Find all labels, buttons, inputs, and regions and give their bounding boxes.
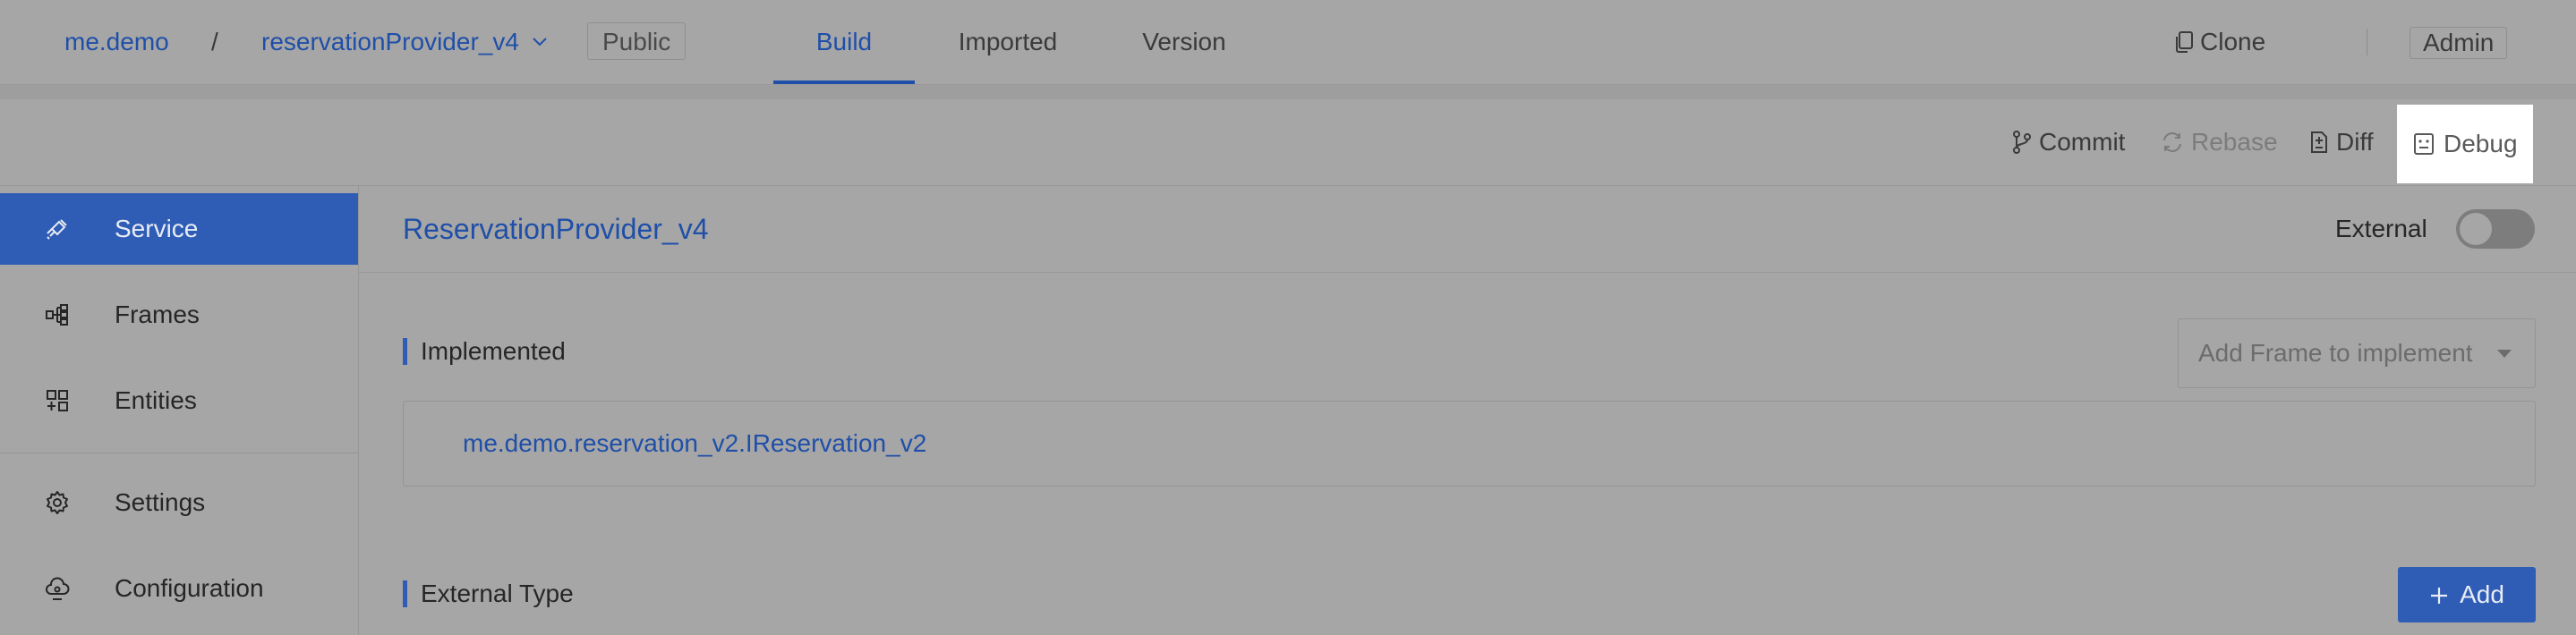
rebase-label: Rebase — [2191, 128, 2278, 156]
sync-icon — [2163, 132, 2181, 152]
caret-down-icon — [2497, 350, 2512, 358]
sidebar-item-label: Frames — [115, 301, 200, 328]
tab-version-label: Version — [1142, 28, 1226, 55]
project-name: reservationProvider_v4 — [261, 28, 519, 55]
tab-imported[interactable]: Imported — [947, 0, 1069, 84]
commit-button[interactable]: Commit — [2012, 99, 2125, 185]
external-type-section-title: External Type — [403, 580, 574, 607]
service-title: ReservationProvider_v4 — [403, 213, 709, 245]
debug-label: Debug — [2444, 130, 2518, 157]
add-external-type-button[interactable]: Add — [2398, 567, 2536, 622]
tab-version[interactable]: Version — [1130, 0, 1239, 84]
branch-icon — [2013, 131, 2031, 154]
add-label: Add — [2460, 580, 2504, 608]
breadcrumb-org[interactable]: me.demo — [64, 0, 169, 84]
main-content: ReservationProvider_v4 External Implemen… — [359, 186, 2576, 635]
sidebar-item-settings[interactable]: Settings — [0, 467, 358, 538]
user-menu[interactable]: Admin — [2410, 27, 2508, 59]
toggle-knob — [2460, 213, 2492, 245]
clone-label: Clone — [2200, 28, 2266, 55]
chevron-down-icon — [532, 38, 547, 47]
tab-build[interactable]: Build — [773, 0, 915, 84]
project-selector[interactable]: reservationProvider_v4 — [261, 0, 548, 84]
tab-build-label: Build — [815, 28, 873, 55]
implemented-list: me.demo.reservation_v2.IReservation_v2 — [403, 401, 2536, 487]
sidebar-item-frames[interactable]: Frames — [0, 279, 358, 351]
clone-button[interactable]: Clone — [2173, 0, 2265, 84]
file-diff-icon — [2311, 131, 2327, 153]
commit-label: Commit — [2039, 128, 2126, 156]
debug-button[interactable]: Debug — [2397, 105, 2533, 183]
external-label: External — [2335, 215, 2427, 242]
gear-icon — [47, 491, 68, 514]
sidebar-item-label: Entities — [115, 386, 197, 414]
rebase-button[interactable]: Rebase — [2161, 99, 2278, 185]
sidebar-item-configuration[interactable]: Configuration — [0, 553, 358, 624]
sidebar-item-label: Service — [115, 215, 199, 242]
sidebar-item-entities[interactable]: Entities — [0, 365, 358, 436]
sidebar: Service Frames Entities Settings Configu… — [0, 186, 359, 635]
diff-label: Diff — [2336, 128, 2374, 156]
service-header: ReservationProvider_v4 External — [359, 186, 2576, 273]
action-toolbar: Commit Rebase Diff — [0, 99, 2576, 186]
add-frame-select[interactable]: Add Frame to implement — [2178, 318, 2536, 388]
header-shadow-strip — [0, 85, 2576, 99]
plus-icon — [2431, 588, 2448, 604]
breadcrumb-separator: / — [211, 28, 218, 55]
diff-button[interactable]: Diff — [2309, 99, 2374, 185]
implemented-frame-link[interactable]: me.demo.reservation_v2.IReservation_v2 — [463, 402, 926, 486]
entities-icon — [47, 390, 68, 411]
cloud-config-icon — [46, 577, 70, 600]
sidebar-item-service[interactable]: Service — [0, 193, 358, 265]
robot-icon — [2414, 133, 2434, 155]
implemented-section-title: Implemented — [403, 338, 566, 365]
copy-icon — [2176, 31, 2193, 53]
plug-icon — [47, 219, 67, 240]
external-toggle[interactable] — [2456, 209, 2535, 249]
top-bar: me.demo / reservationProvider_v4 Public … — [0, 0, 2576, 85]
visibility-badge: Public — [587, 22, 687, 60]
sidebar-item-label: Configuration — [115, 574, 264, 602]
sidebar-item-label: Settings — [115, 488, 206, 516]
add-frame-placeholder: Add Frame to implement — [2198, 339, 2473, 367]
frames-icon — [46, 304, 68, 326]
tab-imported-label: Imported — [958, 28, 1058, 55]
